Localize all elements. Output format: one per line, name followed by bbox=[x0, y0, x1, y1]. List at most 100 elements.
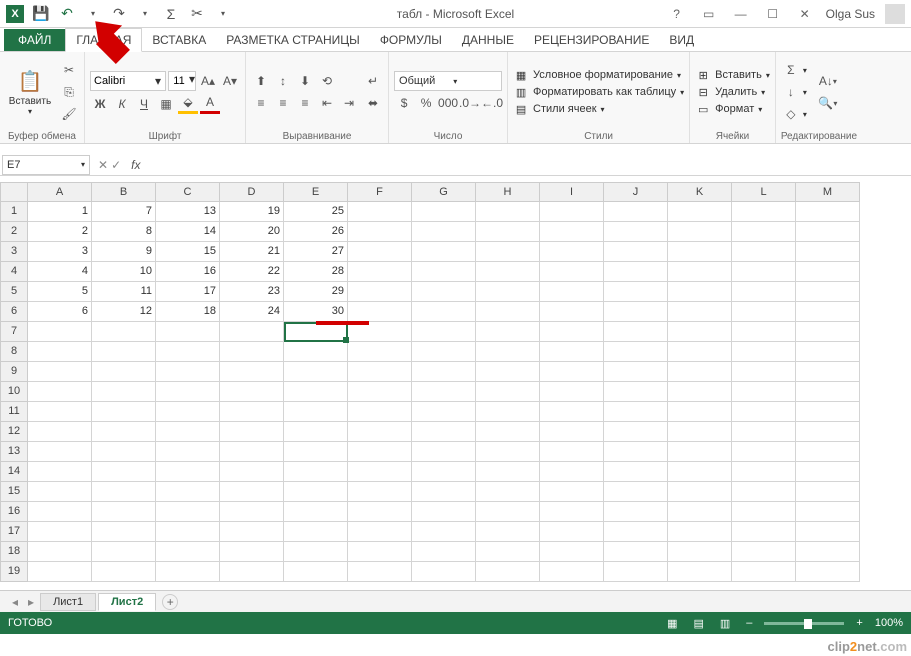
cell[interactable] bbox=[476, 542, 540, 562]
align-right-button[interactable]: ≡ bbox=[295, 93, 315, 113]
autosum-icon[interactable]: Σ bbox=[160, 3, 182, 25]
cell[interactable] bbox=[604, 382, 668, 402]
cell[interactable] bbox=[732, 562, 796, 582]
cell[interactable] bbox=[668, 462, 732, 482]
cell[interactable]: 23 bbox=[220, 282, 284, 302]
cell[interactable] bbox=[220, 422, 284, 442]
cell[interactable] bbox=[476, 462, 540, 482]
cell[interactable] bbox=[348, 202, 412, 222]
cell[interactable]: 12 bbox=[92, 302, 156, 322]
row-header[interactable]: 13 bbox=[0, 442, 28, 462]
user-name[interactable]: Olga Sus bbox=[826, 7, 875, 21]
cell[interactable] bbox=[220, 542, 284, 562]
cell[interactable] bbox=[28, 382, 92, 402]
undo-icon[interactable]: ↶ bbox=[56, 3, 78, 25]
cell[interactable] bbox=[540, 402, 604, 422]
cell[interactable] bbox=[284, 382, 348, 402]
cell[interactable]: 13 bbox=[156, 202, 220, 222]
cell[interactable]: 25 bbox=[284, 202, 348, 222]
format-as-table-button[interactable]: ▥Форматировать как таблицу▾ bbox=[513, 85, 684, 100]
cell[interactable] bbox=[92, 522, 156, 542]
cells-area[interactable]: 1713192528142026391521274101622285111723… bbox=[28, 202, 860, 582]
cell[interactable] bbox=[540, 222, 604, 242]
cell[interactable] bbox=[796, 442, 860, 462]
cell[interactable] bbox=[604, 502, 668, 522]
cell[interactable] bbox=[348, 422, 412, 442]
tab-insert[interactable]: ВСТАВКА bbox=[142, 29, 216, 51]
new-sheet-button[interactable]: + bbox=[162, 594, 178, 610]
border-button[interactable]: ▦ bbox=[156, 94, 176, 114]
cell[interactable] bbox=[476, 262, 540, 282]
decrease-decimal-button[interactable]: ←.0 bbox=[482, 93, 502, 113]
row-header[interactable]: 12 bbox=[0, 422, 28, 442]
cell[interactable] bbox=[732, 342, 796, 362]
copy-button[interactable]: ⎘ bbox=[59, 82, 79, 102]
cell[interactable] bbox=[28, 422, 92, 442]
cell[interactable] bbox=[604, 282, 668, 302]
save-icon[interactable]: 💾 bbox=[30, 3, 52, 25]
cell[interactable] bbox=[796, 542, 860, 562]
cell[interactable] bbox=[92, 562, 156, 582]
excel-app-icon[interactable]: X bbox=[4, 3, 26, 25]
cell[interactable] bbox=[348, 302, 412, 322]
zoom-slider[interactable] bbox=[764, 622, 844, 625]
italic-button[interactable]: К bbox=[112, 94, 132, 114]
cell[interactable] bbox=[220, 382, 284, 402]
cell[interactable] bbox=[156, 402, 220, 422]
column-header[interactable]: A bbox=[28, 182, 92, 202]
cell[interactable] bbox=[284, 502, 348, 522]
cell[interactable] bbox=[668, 442, 732, 462]
cell[interactable] bbox=[348, 262, 412, 282]
column-header[interactable]: I bbox=[540, 182, 604, 202]
cell[interactable] bbox=[732, 382, 796, 402]
increase-decimal-button[interactable]: .0→ bbox=[460, 93, 480, 113]
cell[interactable] bbox=[156, 482, 220, 502]
cell[interactable]: 1 bbox=[28, 202, 92, 222]
cell[interactable] bbox=[220, 442, 284, 462]
cell[interactable] bbox=[540, 342, 604, 362]
cell[interactable] bbox=[604, 422, 668, 442]
cell[interactable] bbox=[668, 422, 732, 442]
cell[interactable] bbox=[412, 402, 476, 422]
cell[interactable] bbox=[668, 222, 732, 242]
cell[interactable] bbox=[796, 382, 860, 402]
row-header[interactable]: 15 bbox=[0, 482, 28, 502]
find-select-button[interactable]: 🔍▾ bbox=[811, 93, 845, 113]
cell[interactable] bbox=[796, 402, 860, 422]
cell[interactable] bbox=[156, 422, 220, 442]
column-header[interactable]: C bbox=[156, 182, 220, 202]
cell[interactable] bbox=[796, 482, 860, 502]
cell[interactable] bbox=[92, 442, 156, 462]
cell[interactable]: 4 bbox=[28, 262, 92, 282]
cell[interactable] bbox=[284, 522, 348, 542]
column-header[interactable]: L bbox=[732, 182, 796, 202]
row-header[interactable]: 14 bbox=[0, 462, 28, 482]
cell[interactable] bbox=[732, 302, 796, 322]
cell[interactable] bbox=[476, 382, 540, 402]
cell[interactable] bbox=[540, 382, 604, 402]
cell[interactable] bbox=[412, 522, 476, 542]
cell[interactable] bbox=[284, 362, 348, 382]
cell[interactable] bbox=[348, 522, 412, 542]
cell[interactable] bbox=[284, 442, 348, 462]
font-name-input[interactable] bbox=[91, 75, 151, 87]
cell[interactable] bbox=[796, 462, 860, 482]
page-break-view-icon[interactable]: ▥ bbox=[716, 617, 734, 630]
cell[interactable] bbox=[412, 322, 476, 342]
cell[interactable] bbox=[92, 482, 156, 502]
cell[interactable] bbox=[540, 522, 604, 542]
chevron-down-icon[interactable]: ▾ bbox=[81, 160, 85, 169]
font-size-input[interactable] bbox=[169, 72, 189, 90]
fx-icon[interactable]: fx bbox=[127, 158, 144, 172]
cell[interactable] bbox=[348, 442, 412, 462]
font-color-button[interactable]: A bbox=[200, 94, 220, 114]
cell[interactable] bbox=[348, 502, 412, 522]
cell[interactable] bbox=[92, 322, 156, 342]
cell[interactable] bbox=[476, 482, 540, 502]
avatar[interactable] bbox=[885, 4, 905, 24]
column-header[interactable]: M bbox=[796, 182, 860, 202]
cell[interactable] bbox=[476, 522, 540, 542]
format-painter-button[interactable]: 🖌 bbox=[59, 104, 79, 124]
paste-button[interactable]: 📋 Вставить ▾ bbox=[5, 55, 55, 129]
cell[interactable] bbox=[540, 322, 604, 342]
